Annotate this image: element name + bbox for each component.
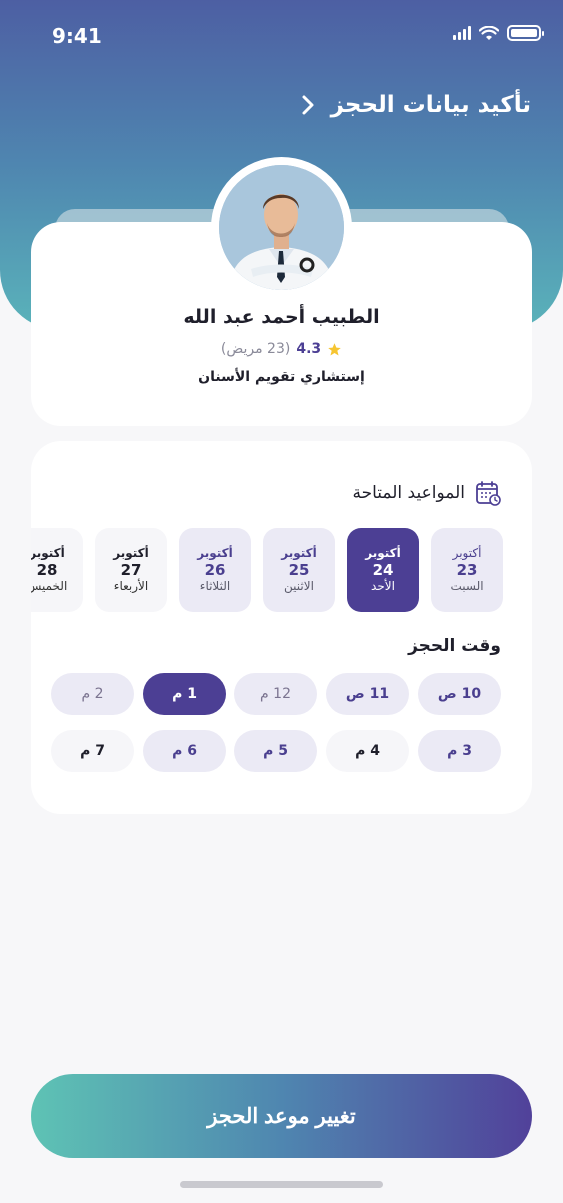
date-month: أكتوبر bbox=[281, 545, 317, 560]
change-appointment-button[interactable]: تغيير موعد الحجز bbox=[31, 1074, 532, 1158]
patient-count: (23 مريض) bbox=[220, 341, 291, 357]
date-day: 27 bbox=[120, 560, 142, 579]
signal-icon bbox=[453, 26, 471, 40]
date-chip[interactable]: أكتوبر 28 الخميس bbox=[26, 528, 83, 612]
calendar-icon bbox=[476, 481, 501, 506]
status-icons bbox=[453, 25, 544, 41]
date-month: أكتوبر bbox=[29, 545, 65, 560]
home-indicator bbox=[180, 1181, 383, 1188]
date-day: 26 bbox=[204, 560, 226, 579]
date-day: 24 bbox=[372, 560, 394, 579]
time-slot[interactable]: 3 م bbox=[418, 730, 501, 772]
booking-time-title: وقت الحجز bbox=[408, 636, 501, 656]
date-weekday: الأحد bbox=[371, 579, 395, 594]
date-day: 23 bbox=[456, 560, 478, 579]
date-month: أكتوبر bbox=[365, 545, 401, 560]
date-weekday: الثلاثاء bbox=[199, 579, 231, 594]
time-slot[interactable]: 5 م bbox=[234, 730, 317, 772]
date-chip[interactable]: أكتوبر 27 الأربعاء bbox=[95, 528, 167, 612]
time-slot[interactable]: 1 م bbox=[143, 673, 226, 715]
top-bar: تأكيد بيانات الحجز bbox=[297, 92, 531, 118]
date-weekday: السبت bbox=[450, 579, 484, 594]
time-slot[interactable]: 4 م bbox=[326, 730, 409, 772]
date-chip[interactable]: أكتوبر 25 الاثنين bbox=[263, 528, 335, 612]
back-button[interactable] bbox=[297, 94, 319, 116]
status-time: 9:41 bbox=[52, 24, 102, 48]
time-slot[interactable]: 6 م bbox=[143, 730, 226, 772]
date-chip[interactable]: أكتوبر 23 السبت bbox=[431, 528, 503, 612]
date-month: أكتوبر bbox=[452, 545, 482, 560]
date-month: أكتوبر bbox=[113, 545, 149, 560]
status-bar: 9:41 bbox=[0, 0, 563, 74]
chevron-right-icon bbox=[302, 95, 314, 115]
available-dates-title: المواعيد المتاحة bbox=[352, 483, 465, 503]
date-chip[interactable]: أكتوبر 26 الثلاثاء bbox=[179, 528, 251, 612]
wifi-icon bbox=[479, 25, 499, 40]
time-slot[interactable]: 10 ص bbox=[418, 673, 501, 715]
date-day: 28 bbox=[36, 560, 58, 579]
time-slot[interactable]: 11 ص bbox=[326, 673, 409, 715]
date-month: أكتوبر bbox=[197, 545, 233, 560]
time-slot[interactable]: 7 م bbox=[51, 730, 134, 772]
date-picker: أكتوبر 23 السبت أكتوبر 24 الأحد أكتوبر 25 الاثني… bbox=[26, 528, 563, 612]
doctor-photo bbox=[219, 165, 344, 290]
doctor-rating: 4.3 (23 مريض) bbox=[0, 341, 563, 357]
date-chip[interactable]: أكتوبر 24 الأحد bbox=[347, 528, 419, 612]
doctor-name: الطبيب أحمد عبد الله bbox=[183, 306, 380, 328]
time-slot[interactable]: 12 م bbox=[234, 673, 317, 715]
time-slot[interactable]: 2 م bbox=[51, 673, 134, 715]
date-weekday: الاثنين bbox=[284, 579, 314, 594]
battery-icon bbox=[507, 25, 544, 41]
rating-score: 4.3 bbox=[296, 341, 322, 357]
date-day: 25 bbox=[288, 560, 310, 579]
available-dates-header: المواعيد المتاحة bbox=[352, 480, 501, 506]
page-title: تأكيد بيانات الحجز bbox=[330, 92, 531, 118]
doctor-specialty: إستشاري تقويم الأسنان bbox=[198, 369, 365, 385]
doctor-avatar-frame bbox=[211, 157, 352, 298]
star-icon bbox=[328, 342, 341, 355]
doctor-avatar bbox=[219, 165, 344, 290]
date-weekday: الأربعاء bbox=[113, 579, 149, 594]
date-weekday: الخميس bbox=[26, 579, 68, 594]
